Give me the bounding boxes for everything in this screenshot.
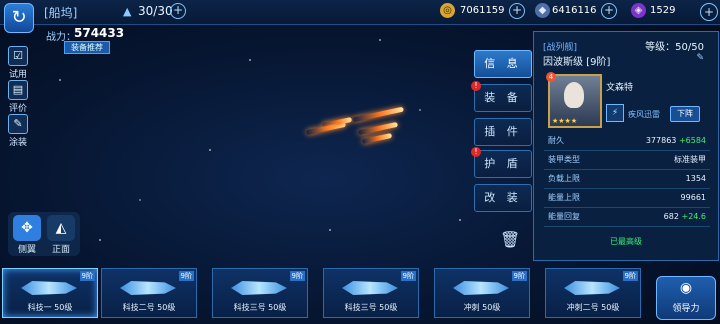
- ship-icon: ▲: [123, 5, 132, 18]
- alloy-value: 6416116: [552, 5, 597, 16]
- add-fleet-button[interactable]: +: [170, 3, 186, 19]
- paint-button[interactable]: ✎ 涂装: [6, 114, 30, 148]
- alloy-icon: ◆: [535, 3, 550, 18]
- coin-icon: ◎: [440, 3, 455, 18]
- ship-slot[interactable]: 9阶 科技三号 50级: [212, 268, 308, 318]
- leadership-button[interactable]: ◉ 领导力: [656, 276, 716, 320]
- max-level-label: 已最高级: [610, 237, 642, 246]
- trial-label: 试用: [8, 70, 27, 80]
- front-view-button[interactable]: ◭ 正面: [46, 215, 76, 255]
- back-icon: ↻: [11, 7, 27, 28]
- trial-button[interactable]: ☑ 试用: [6, 46, 30, 80]
- tab-equipment[interactable]: ! 装 备: [471, 81, 532, 112]
- fleet-count: 30/30: [138, 4, 173, 18]
- thruster-flame: [357, 121, 399, 136]
- ship-thumbnail: [564, 281, 620, 295]
- captain-name: 文森特: [606, 83, 634, 93]
- side-view-button[interactable]: ✥ 侧翼: [12, 215, 42, 255]
- portrait-badge: 4: [546, 72, 556, 82]
- skill-icon[interactable]: ⚡: [606, 104, 624, 122]
- side-view-label: 侧翼: [17, 245, 36, 255]
- tab-refit[interactable]: 改 装: [474, 184, 532, 212]
- ship-class: [战列舰]: [543, 43, 578, 53]
- stat-row: 装甲类型 标准装甲: [544, 151, 710, 170]
- alert-icon: !: [471, 81, 481, 91]
- ship-thumbnail: [21, 281, 77, 295]
- front-view-label: 正面: [51, 245, 70, 255]
- review-button[interactable]: ▤ 评价: [6, 80, 30, 114]
- crystal-icon: ◈: [631, 3, 646, 18]
- ship-thumbnail: [231, 281, 287, 295]
- ship-slot[interactable]: 9阶 冲刺 50级: [434, 268, 530, 318]
- view-toggle: ✥ 侧翼 ◭ 正面: [8, 212, 80, 256]
- wing-icon: ✥: [13, 215, 41, 241]
- checkbox-icon: ☑: [8, 46, 28, 66]
- ship-thumbnail: [453, 281, 509, 295]
- lead-icon: ◉: [679, 280, 693, 296]
- crystal-value: 1529: [650, 5, 676, 16]
- tab-info[interactable]: 信 息: [474, 50, 532, 78]
- alert-icon: !: [471, 147, 481, 157]
- ship-slot[interactable]: 9阶 科技二号 50级: [101, 268, 197, 318]
- front-icon: ◭: [47, 215, 75, 241]
- thruster-flame: [352, 106, 404, 123]
- credits-value: 7061159: [460, 5, 505, 16]
- trash-icon[interactable]: 🗑: [500, 230, 520, 249]
- captain-portrait[interactable]: 4 ★★★★: [546, 72, 602, 128]
- paint-label: 涂装: [8, 138, 27, 148]
- stat-row: 能量回复 682 +24.6: [544, 208, 710, 227]
- equip-recommend-button[interactable]: 装备推荐: [64, 41, 110, 54]
- ship-info-panel: [战列舰] 因波斯级 [9阶] 等级：50/50 ✎ 4 ★★★★ 文森特 ⚡ …: [533, 31, 719, 261]
- unequip-button[interactable]: 下阵: [670, 106, 700, 122]
- stats-table: 耐久 377863 +6584 装甲类型 标准装甲 负载上限 1354 能量上限 996…: [544, 132, 710, 227]
- review-icon: ▤: [8, 80, 28, 100]
- ship-slot[interactable]: 9阶 科技三号 50级: [323, 268, 419, 318]
- stat-row: 负载上限 1354: [544, 170, 710, 189]
- add-credits-button[interactable]: +: [509, 3, 525, 19]
- ship-thumbnail: [120, 281, 176, 295]
- tab-plugin[interactable]: 插 件: [474, 118, 532, 146]
- edit-icon[interactable]: ✎: [696, 53, 704, 63]
- review-label: 评价: [8, 104, 27, 114]
- ship-name: 因波斯级 [9阶]: [543, 57, 611, 68]
- add-alloy-button[interactable]: +: [601, 3, 617, 19]
- thruster-flame: [361, 132, 393, 145]
- paint-icon: ✎: [8, 114, 28, 134]
- ship-level: 等级：50/50: [645, 42, 704, 53]
- top-bar: ↻ [船坞] ▲ 30/30 + ◎ 7061159 + ◆ 6416116 +…: [0, 0, 720, 33]
- back-button[interactable]: ↻: [4, 3, 34, 33]
- tab-shield[interactable]: ! 护 盾: [471, 147, 532, 178]
- ship-slot[interactable]: 9阶 冲刺二号 50级: [545, 268, 641, 318]
- ship-slot[interactable]: 9阶 科技一 50级: [2, 268, 98, 318]
- skill-name: 疾风迅雷: [628, 110, 660, 119]
- captain-avatar: [564, 82, 584, 108]
- ship-thumbnail: [342, 281, 398, 295]
- page-title: [船坞]: [44, 6, 78, 20]
- stat-row: 能量上限 99661: [544, 189, 710, 208]
- add-crystal-button[interactable]: +: [700, 3, 718, 21]
- power-value: 574433: [74, 26, 125, 40]
- stat-row: 耐久 377863 +6584: [544, 132, 710, 151]
- captain-stars: ★★★★: [552, 117, 578, 125]
